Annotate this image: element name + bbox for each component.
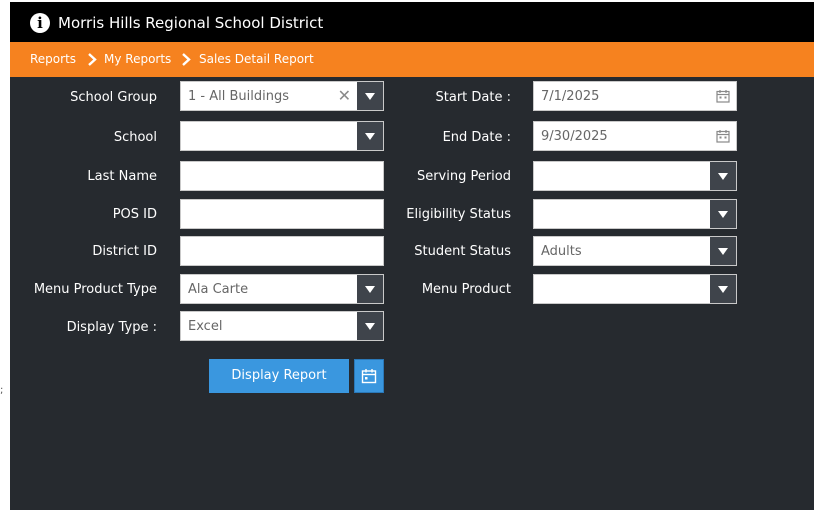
last-name-input[interactable] — [180, 161, 384, 191]
start-date-field[interactable] — [533, 81, 737, 111]
end-date-input[interactable] — [534, 122, 736, 150]
triangle-down-icon — [365, 286, 375, 293]
school-group-select[interactable]: 1 - All Buildings ✕ — [180, 81, 384, 111]
title-bar: i Morris Hills Regional School District — [10, 2, 814, 42]
serving-period-select[interactable] — [533, 161, 737, 191]
display-type-select[interactable]: Excel — [180, 311, 384, 341]
breadcrumb-my-reports[interactable]: My Reports — [104, 52, 171, 67]
district-id-input[interactable] — [180, 236, 384, 266]
schedule-report-button[interactable] — [354, 359, 384, 393]
student-status-label: Student Status — [414, 244, 511, 259]
display-report-button[interactable]: Display Report — [209, 359, 349, 393]
menu-product-label: Menu Product — [421, 282, 511, 297]
display-type-dropdown-button[interactable] — [357, 312, 383, 340]
student-status-select[interactable]: Adults — [533, 236, 737, 266]
student-status-dropdown-button[interactable] — [710, 237, 736, 265]
school-label: School — [113, 130, 157, 145]
eligibility-status-dropdown-button[interactable] — [710, 200, 736, 228]
last-name-label: Last Name — [87, 169, 157, 184]
menu-product-type-select[interactable]: Ala Carte — [180, 274, 384, 304]
triangle-down-icon — [365, 323, 375, 330]
chevron-right-icon — [182, 53, 191, 66]
menu-product-select[interactable] — [533, 274, 737, 304]
menu-product-type-value: Ala Carte — [188, 282, 249, 297]
chevron-right-icon — [88, 53, 97, 66]
eligibility-status-select[interactable] — [533, 199, 737, 229]
school-group-value: 1 - All Buildings — [188, 89, 289, 104]
end-date-label: End Date : — [442, 130, 511, 145]
school-group-label: School Group — [70, 90, 157, 105]
triangle-down-icon — [718, 248, 728, 255]
pos-id-field[interactable] — [181, 200, 383, 228]
serving-period-label: Serving Period — [416, 169, 511, 184]
triangle-down-icon — [365, 93, 375, 100]
app-title: Morris Hills Regional School District — [58, 14, 324, 32]
eligibility-status-label: Eligibility Status — [406, 207, 511, 222]
calendar-icon[interactable] — [716, 129, 730, 143]
start-date-input[interactable] — [534, 82, 736, 110]
calendar-icon — [361, 369, 377, 384]
stray-mark: ; — [0, 385, 4, 396]
end-date-field[interactable] — [533, 121, 737, 151]
info-icon[interactable]: i — [30, 13, 50, 33]
breadcrumb-current: Sales Detail Report — [199, 52, 314, 66]
start-date-label: Start Date : — [435, 90, 511, 105]
student-status-value: Adults — [541, 244, 582, 259]
breadcrumb-reports[interactable]: Reports — [30, 52, 76, 67]
last-name-field[interactable] — [181, 162, 383, 190]
pos-id-input[interactable] — [180, 199, 384, 229]
app-window: i Morris Hills Regional School District … — [10, 2, 814, 510]
school-select[interactable] — [180, 121, 384, 151]
triangle-down-icon — [718, 211, 728, 218]
menu-product-type-dropdown-button[interactable] — [357, 275, 383, 303]
district-id-label: District ID — [92, 244, 157, 259]
breadcrumb: Reports My Reports Sales Detail Report — [10, 42, 814, 77]
close-icon[interactable]: ✕ — [338, 86, 351, 106]
display-type-label: Display Type : — [66, 320, 157, 335]
calendar-icon[interactable] — [716, 89, 730, 103]
menu-product-dropdown-button[interactable] — [710, 275, 736, 303]
school-dropdown-button[interactable] — [357, 122, 383, 150]
district-id-field[interactable] — [181, 237, 383, 265]
serving-period-dropdown-button[interactable] — [710, 162, 736, 190]
triangle-down-icon — [365, 133, 375, 140]
triangle-down-icon — [718, 173, 728, 180]
display-type-value: Excel — [188, 319, 223, 334]
school-group-dropdown-button[interactable] — [357, 82, 383, 110]
menu-product-type-label: Menu Product Type — [33, 282, 157, 297]
pos-id-label: POS ID — [112, 207, 157, 222]
triangle-down-icon — [718, 286, 728, 293]
